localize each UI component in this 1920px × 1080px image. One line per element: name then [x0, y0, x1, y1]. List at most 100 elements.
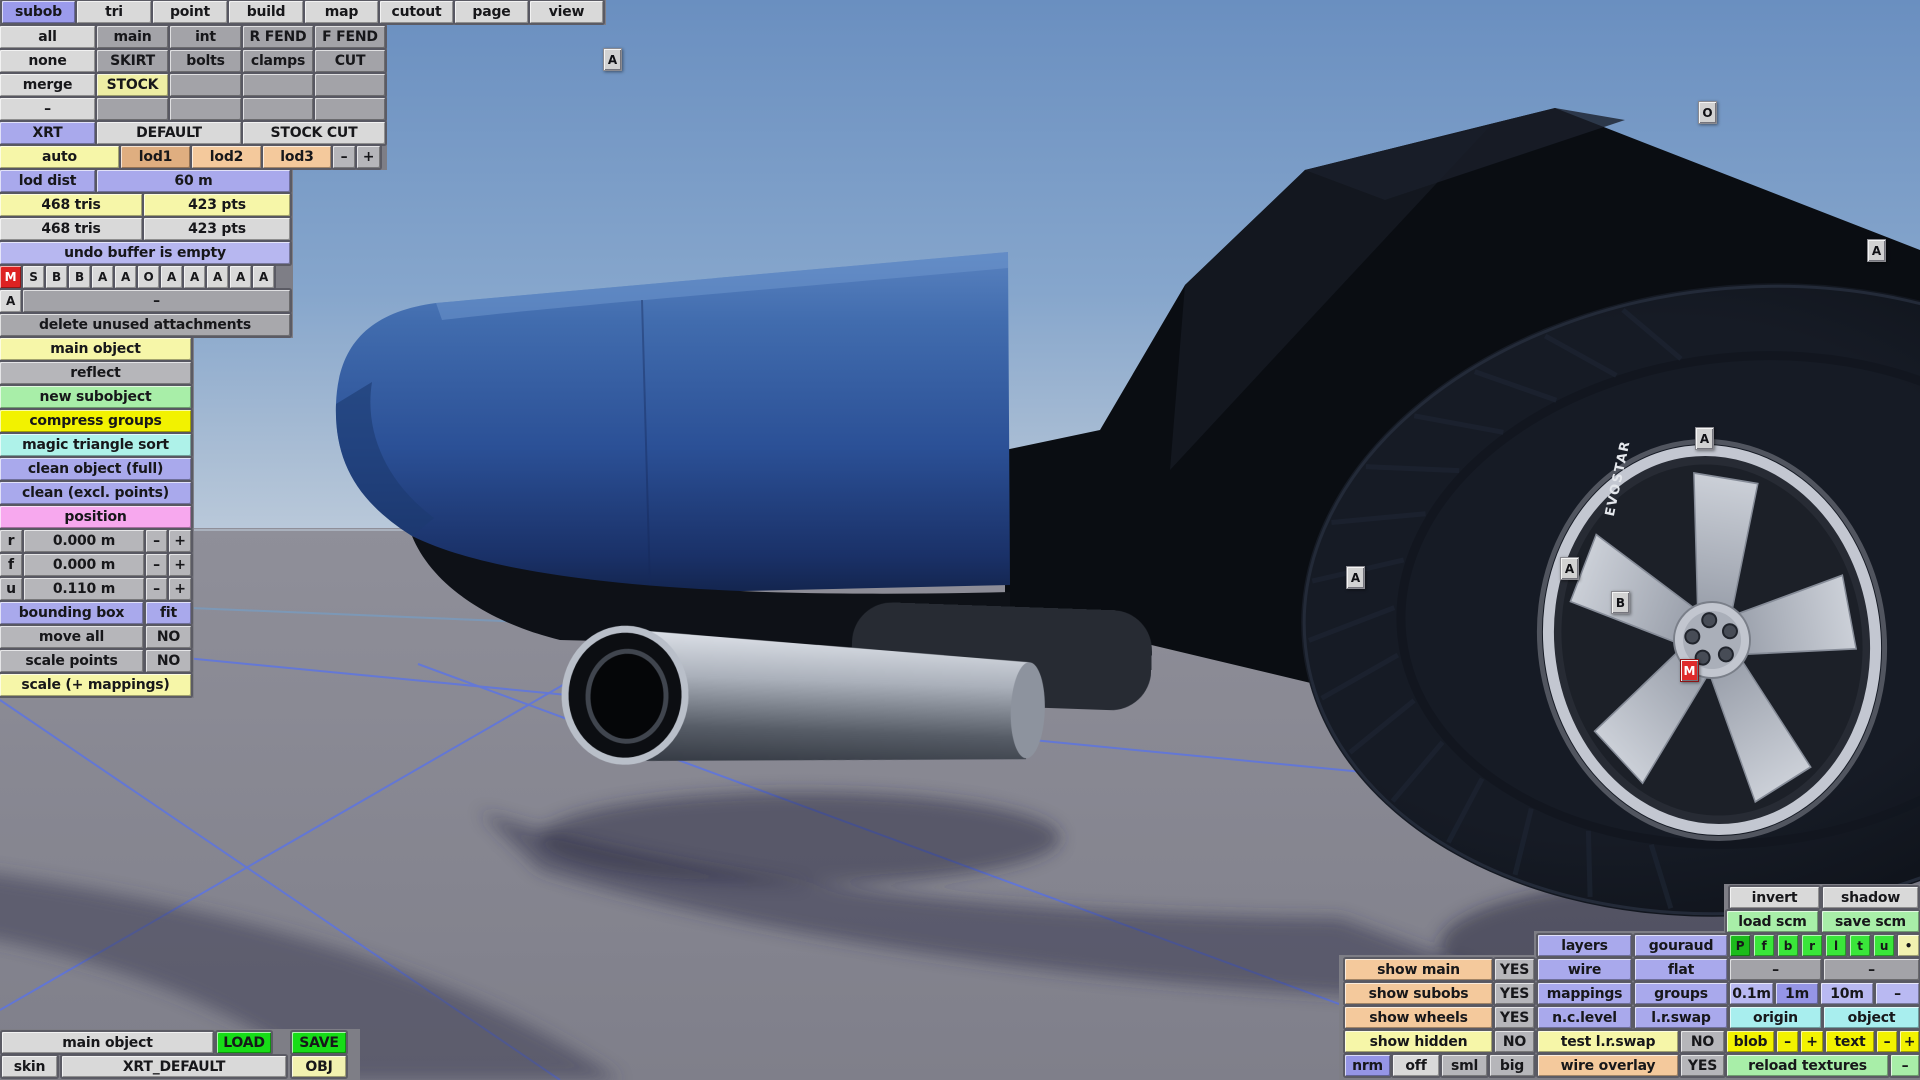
off-toggle[interactable]: off: [1393, 1055, 1439, 1076]
slot-button[interactable]: A: [207, 266, 228, 288]
slot-button[interactable]: A: [253, 266, 274, 288]
f-fend[interactable]: F FEND: [315, 26, 385, 48]
blob-minus-button[interactable]: –: [1777, 1031, 1798, 1052]
layer-p-toggle[interactable]: P: [1730, 935, 1750, 956]
layer-b-toggle[interactable]: b: [1778, 935, 1798, 956]
obj-button[interactable]: OBJ: [292, 1056, 346, 1077]
attachment-slot-value[interactable]: –: [23, 290, 290, 312]
new-subobject[interactable]: new subobject: [0, 386, 191, 408]
lod-dist-value[interactable]: 60 m: [97, 170, 290, 192]
show-main[interactable]: show main: [1345, 959, 1492, 980]
wire-option[interactable]: –: [1730, 959, 1821, 980]
menu-item-tri[interactable]: tri: [77, 1, 151, 23]
menu-item-subob[interactable]: subob: [2, 1, 75, 23]
big-toggle[interactable]: big: [1490, 1055, 1534, 1076]
viewport-marker-a[interactable]: A: [1346, 566, 1365, 589]
clean-object-full[interactable]: clean object (full): [0, 458, 191, 480]
scale-mappings[interactable]: scale (+ mappings): [0, 674, 191, 696]
lod1[interactable]: lod1: [121, 146, 190, 168]
u-value[interactable]: 0.110 m: [24, 578, 144, 600]
bounding-box[interactable]: bounding box: [0, 602, 143, 624]
clamps[interactable]: clamps: [243, 50, 313, 72]
blob-button[interactable]: blob: [1727, 1031, 1774, 1052]
delete-unused-attachments[interactable]: delete unused attachments: [0, 314, 290, 336]
menu-item-view[interactable]: view: [530, 1, 603, 23]
clean-excl-points[interactable]: clean (excl. points): [0, 482, 191, 504]
show-main-toggle[interactable]: YES: [1495, 959, 1534, 980]
menu-item-map[interactable]: map: [305, 1, 378, 23]
viewport-marker-a[interactable]: A: [603, 48, 622, 71]
blob-plus-button[interactable]: +: [1801, 1031, 1823, 1052]
layer-r-toggle[interactable]: r: [1802, 935, 1822, 956]
slot-button[interactable]: A: [230, 266, 251, 288]
u-plus-button[interactable]: +: [169, 578, 191, 600]
viewport-marker-o[interactable]: O: [1698, 101, 1717, 124]
merge[interactable]: merge: [0, 74, 95, 96]
lod-minus-button[interactable]: –: [333, 146, 355, 168]
wire-overlay[interactable]: wire overlay: [1538, 1055, 1678, 1076]
scale-points[interactable]: scale points: [0, 650, 143, 672]
menu-item-build[interactable]: build: [229, 1, 303, 23]
slot-button[interactable]: A: [115, 266, 136, 288]
r-minus-button[interactable]: –: [146, 530, 167, 552]
xrt[interactable]: XRT: [0, 122, 95, 144]
slot-a-button[interactable]: A: [0, 290, 21, 312]
sml-toggle[interactable]: sml: [1442, 1055, 1487, 1076]
flat-option[interactable]: –: [1824, 959, 1919, 980]
flat[interactable]: flat: [1635, 959, 1727, 980]
int[interactable]: int: [170, 26, 241, 48]
layer-l-toggle[interactable]: l: [1826, 935, 1846, 956]
load-scm[interactable]: load scm: [1727, 911, 1818, 932]
layer-f-toggle[interactable]: f: [1754, 935, 1774, 956]
r-plus-button[interactable]: +: [169, 530, 191, 552]
position[interactable]: position: [0, 506, 191, 528]
test-lr-swap-toggle[interactable]: NO: [1681, 1031, 1724, 1052]
groups[interactable]: groups: [1635, 983, 1727, 1004]
skin[interactable]: skin: [2, 1056, 57, 1077]
test-l-r-swap[interactable]: test l.r.swap: [1538, 1031, 1678, 1052]
viewport-marker-m[interactable]: M: [1680, 659, 1699, 682]
lod2[interactable]: lod2: [192, 146, 261, 168]
minus-button[interactable]: –: [0, 98, 95, 120]
f-minus-button[interactable]: –: [146, 554, 167, 576]
menu-item-cutout[interactable]: cutout: [380, 1, 453, 23]
reload-textures[interactable]: reload textures: [1727, 1055, 1888, 1076]
viewport-marker-b[interactable]: B: [1611, 591, 1630, 614]
show-subobs[interactable]: show subobs: [1345, 983, 1492, 1004]
slot-button[interactable]: S: [23, 266, 44, 288]
main[interactable]: main: [97, 26, 168, 48]
r-value[interactable]: 0.000 m: [24, 530, 144, 552]
main-object[interactable]: main object: [0, 338, 191, 360]
save-button[interactable]: SAVE: [292, 1032, 346, 1053]
layers[interactable]: layers: [1538, 935, 1631, 956]
show-hidden[interactable]: show hidden: [1345, 1031, 1492, 1052]
skin-name[interactable]: XRT_DEFAULT: [62, 1056, 286, 1077]
text-button[interactable]: text: [1826, 1031, 1874, 1052]
grid-minus-button[interactable]: –: [1876, 983, 1919, 1004]
viewport-marker-a[interactable]: A: [1867, 239, 1886, 262]
mappings[interactable]: mappings: [1538, 983, 1631, 1004]
grid-1m-button[interactable]: 1m: [1776, 983, 1818, 1004]
load-button[interactable]: LOAD: [217, 1032, 271, 1053]
r-fend[interactable]: R FEND: [243, 26, 313, 48]
menu-item-page[interactable]: page: [455, 1, 528, 23]
slot-button[interactable]: A: [161, 266, 182, 288]
viewport-marker-a[interactable]: A: [1695, 427, 1714, 450]
scale-points-toggle[interactable]: NO: [146, 650, 191, 672]
text-minus-button[interactable]: –: [1877, 1031, 1897, 1052]
save-scm[interactable]: save scm: [1822, 911, 1919, 932]
cut[interactable]: CUT: [315, 50, 385, 72]
stock[interactable]: STOCK: [97, 74, 168, 96]
show-wheels[interactable]: show wheels: [1345, 1007, 1492, 1028]
u-minus-button[interactable]: –: [146, 578, 167, 600]
layer-dot-toggle[interactable]: •: [1898, 935, 1919, 956]
wire[interactable]: wire: [1538, 959, 1631, 980]
slot-m-button[interactable]: M: [0, 266, 21, 288]
origin[interactable]: origin: [1730, 1007, 1821, 1028]
shadow[interactable]: shadow: [1823, 887, 1918, 908]
auto[interactable]: auto: [0, 146, 119, 168]
layer-u-toggle[interactable]: u: [1874, 935, 1894, 956]
wire-overlay-toggle[interactable]: YES: [1681, 1055, 1724, 1076]
none[interactable]: none: [0, 50, 95, 72]
bolts[interactable]: bolts: [170, 50, 241, 72]
